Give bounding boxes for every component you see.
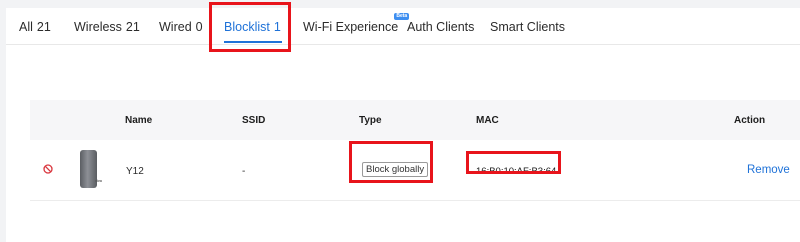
tab-wifi-experience[interactable]: Wi-Fi Experience Beta xyxy=(303,13,410,34)
tab-count: 21 xyxy=(36,20,51,34)
device-brand: vivo xyxy=(95,179,103,183)
column-header-name: Name xyxy=(125,115,153,126)
tab-auth-clients[interactable]: Auth Clients xyxy=(407,20,474,34)
tab-count: 21 xyxy=(125,20,140,34)
highlight-box-type xyxy=(349,141,433,183)
tab-label: Auth Clients xyxy=(407,20,475,34)
tab-label: Wi-Fi Experience xyxy=(303,20,399,34)
column-header-ssid: SSID xyxy=(242,115,266,126)
column-header-type: Type xyxy=(359,115,382,126)
tab-count: 0 xyxy=(195,20,203,34)
remove-button[interactable]: Remove xyxy=(747,164,790,176)
tab-smart-clients[interactable]: Smart Clients xyxy=(490,20,565,34)
client-tabs: All 21 Wireless 21 Wired 0 Blocklist 1 Wi-Fi… xyxy=(6,8,800,45)
column-header-action: Action xyxy=(734,115,766,126)
highlight-box-mac xyxy=(466,151,561,174)
tab-label: Wireless xyxy=(74,20,122,34)
column-header-mac: MAC xyxy=(476,115,499,126)
tab-label: Wired xyxy=(159,20,192,34)
clients-panel: All 21 Wireless 21 Wired 0 Blocklist 1 Wi-Fi… xyxy=(6,2,800,242)
tab-wireless[interactable]: Wireless 21 xyxy=(74,20,140,34)
device-name: Y12 xyxy=(126,166,144,177)
tab-wired[interactable]: Wired 0 xyxy=(159,20,203,34)
highlight-box-blocklist-tab xyxy=(209,2,291,52)
beta-badge: Beta xyxy=(394,13,410,20)
tab-label: All xyxy=(19,20,33,34)
device-ssid: - xyxy=(242,166,246,177)
table-header: Name SSID Type MAC Action xyxy=(30,100,800,140)
tab-label: Smart Clients xyxy=(490,20,566,34)
blocked-icon xyxy=(43,164,53,174)
tab-all[interactable]: All 21 xyxy=(19,20,51,34)
